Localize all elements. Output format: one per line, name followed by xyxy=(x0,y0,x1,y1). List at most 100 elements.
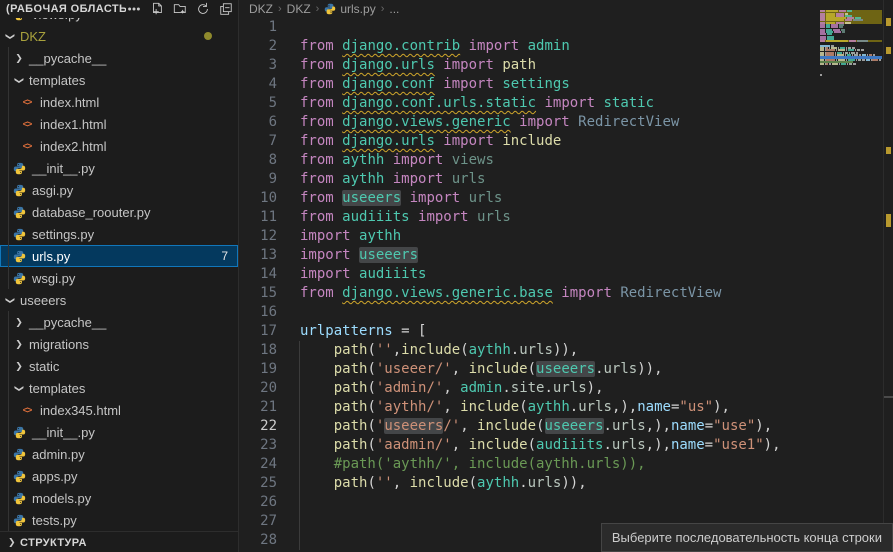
code-line-7[interactable]: 7from django.urls import include xyxy=(239,132,893,151)
tree-file-models.py[interactable]: models.py xyxy=(0,487,238,509)
tree-folder-migrations[interactable]: ❯migrations xyxy=(0,333,238,355)
tree-file-settings.py[interactable]: settings.py xyxy=(0,223,238,245)
python-file-icon xyxy=(11,514,27,527)
code-line-24[interactable]: 24 #path('aythh/', include(aythh.urls)), xyxy=(239,455,893,474)
editor-pane: DKZ›DKZ›urls.py›... 12from django.contri… xyxy=(239,0,893,552)
code-line-18[interactable]: 18 path('',include(aythh.urls)), xyxy=(239,341,893,360)
tree-item-label: __init__.py xyxy=(32,161,95,176)
breadcrumb-item[interactable]: DKZ xyxy=(287,2,311,16)
python-file-icon xyxy=(11,492,27,505)
code-line-11[interactable]: 11from audiiits import urls xyxy=(239,208,893,227)
outline-section-header[interactable]: ❯ СТРУКТУРА xyxy=(0,531,238,552)
tree-item-label: tests.py xyxy=(32,513,77,528)
code-line-20[interactable]: 20 path('admin/', admin.site.urls), xyxy=(239,379,893,398)
line-number: 15 xyxy=(239,284,277,303)
minimap[interactable] xyxy=(820,8,882,72)
line-content: path('useeers/', include(useeers.urls,),… xyxy=(277,417,772,436)
tree-file-tests.py[interactable]: tests.py xyxy=(0,509,238,531)
new-file-icon[interactable] xyxy=(149,1,165,17)
overview-ruler[interactable] xyxy=(883,0,893,552)
code-line-6[interactable]: 6from django.views.generic import Redire… xyxy=(239,113,893,132)
minimap-current-line xyxy=(820,56,882,59)
line-number: 18 xyxy=(239,341,277,360)
more-actions-icon[interactable] xyxy=(126,1,142,17)
tree-file-index2.html[interactable]: <>index2.html xyxy=(0,135,238,157)
tree-folder-static[interactable]: ❯static xyxy=(0,355,238,377)
tree-folder-templates[interactable]: ❯templates xyxy=(0,69,238,91)
line-number: 9 xyxy=(239,170,277,189)
code-line-23[interactable]: 23 path('aadmin/', include(audiiits.urls… xyxy=(239,436,893,455)
code-line-13[interactable]: 13import useeers xyxy=(239,246,893,265)
line-number: 13 xyxy=(239,246,277,265)
code-line-3[interactable]: 3from django.urls import path xyxy=(239,56,893,75)
new-folder-icon[interactable] xyxy=(172,1,188,17)
code-line-26[interactable]: 26 xyxy=(239,493,893,512)
code-line-8[interactable]: 8from aythh import views xyxy=(239,151,893,170)
line-content: path('', include(aythh.urls)), xyxy=(277,474,587,493)
code-line-25[interactable]: 25 path('', include(aythh.urls)), xyxy=(239,474,893,493)
line-content xyxy=(277,531,300,550)
line-number: 28 xyxy=(239,531,277,550)
code-line-9[interactable]: 9from aythh import urls xyxy=(239,170,893,189)
code-area[interactable]: 12from django.contrib import admin3from … xyxy=(239,18,893,552)
tree-file-wsgi.py[interactable]: wsgi.py xyxy=(0,267,238,289)
tree-folder-DKZ[interactable]: ❯DKZ xyxy=(0,25,238,47)
line-content: from django.views.generic import Redirec… xyxy=(277,113,679,132)
line-content: from django.conf.urls.static import stat… xyxy=(277,94,654,113)
tree-folder-templates[interactable]: ❯templates xyxy=(0,377,238,399)
line-content: import audiiits xyxy=(277,265,426,284)
breadcrumb-item[interactable]: ... xyxy=(389,2,399,16)
tree-file-asgi.py[interactable]: asgi.py xyxy=(0,179,238,201)
line-content: from django.conf import settings xyxy=(277,75,570,94)
tree-file-__init__.py[interactable]: __init__.py xyxy=(0,421,238,443)
tree-file-urls.py[interactable]: urls.py7 xyxy=(0,245,238,267)
code-line-5[interactable]: 5from django.conf.urls.static import sta… xyxy=(239,94,893,113)
html-file-icon: <> xyxy=(19,119,35,129)
line-content: path('admin/', admin.site.urls), xyxy=(277,379,604,398)
tree-item-label: static xyxy=(29,359,59,374)
tree-item-label: __init__.py xyxy=(32,425,95,440)
chevron-down-icon: ❯ xyxy=(5,292,16,308)
line-number: 25 xyxy=(239,474,277,493)
code-line-1[interactable]: 1 xyxy=(239,18,893,37)
code-line-21[interactable]: 21 path('aythh/', include(aythh.urls,),n… xyxy=(239,398,893,417)
tree-folder-useeers[interactable]: ❯useeers xyxy=(0,289,238,311)
code-line-15[interactable]: 15from django.views.generic.base import … xyxy=(239,284,893,303)
code-line-16[interactable]: 16 xyxy=(239,303,893,322)
code-line-19[interactable]: 19 path('useeer/', include(useeers.urls)… xyxy=(239,360,893,379)
line-content: import aythh xyxy=(277,227,401,246)
code-line-4[interactable]: 4from django.conf import settings xyxy=(239,75,893,94)
breadcrumb-separator: › xyxy=(316,3,320,15)
line-number: 6 xyxy=(239,113,277,132)
tree-folder-__pycache__[interactable]: ❯__pycache__ xyxy=(0,47,238,69)
code-line-14[interactable]: 14import audiiits xyxy=(239,265,893,284)
breadcrumb-item[interactable]: urls.py xyxy=(324,2,375,16)
workspace-title: (РАБОЧАЯ ОБЛАСТЬ) ... xyxy=(6,3,126,15)
python-file-icon xyxy=(11,162,27,175)
line-number: 12 xyxy=(239,227,277,246)
code-line-2[interactable]: 2from django.contrib import admin xyxy=(239,37,893,56)
python-file-icon xyxy=(11,470,27,483)
refresh-explorer-icon[interactable] xyxy=(195,1,211,17)
tree-file-admin.py[interactable]: admin.py xyxy=(0,443,238,465)
code-line-22[interactable]: 22 path('useeers/', include(useeers.urls… xyxy=(239,417,893,436)
line-number: 7 xyxy=(239,132,277,151)
code-line-17[interactable]: 17urlpatterns = [ xyxy=(239,322,893,341)
line-content xyxy=(277,512,300,531)
tree-file-apps.py[interactable]: apps.py xyxy=(0,465,238,487)
tree-file-database_roouter.py[interactable]: database_roouter.py xyxy=(0,201,238,223)
tree-file-index1.html[interactable]: <> index1.html xyxy=(0,113,238,135)
collapse-folders-icon[interactable] xyxy=(218,1,234,17)
code-line-10[interactable]: 10from useeers import urls xyxy=(239,189,893,208)
code-line-12[interactable]: 12import aythh xyxy=(239,227,893,246)
tree-file-index.html[interactable]: <>index.html xyxy=(0,91,238,113)
tree-item-label: index1.html xyxy=(40,117,106,132)
python-file-icon xyxy=(11,272,27,285)
breadcrumb-item[interactable]: DKZ xyxy=(249,2,273,16)
tree-file-__init__.py[interactable]: __init__.py xyxy=(0,157,238,179)
tree-folder-__pycache__[interactable]: ❯__pycache__ xyxy=(0,311,238,333)
tree-item-label: migrations xyxy=(29,337,89,352)
line-content: path('aadmin/', include(audiiits.urls,),… xyxy=(277,436,781,455)
problems-badge: 7 xyxy=(221,249,228,263)
tree-file-index345.html[interactable]: <>index345.html xyxy=(0,399,238,421)
